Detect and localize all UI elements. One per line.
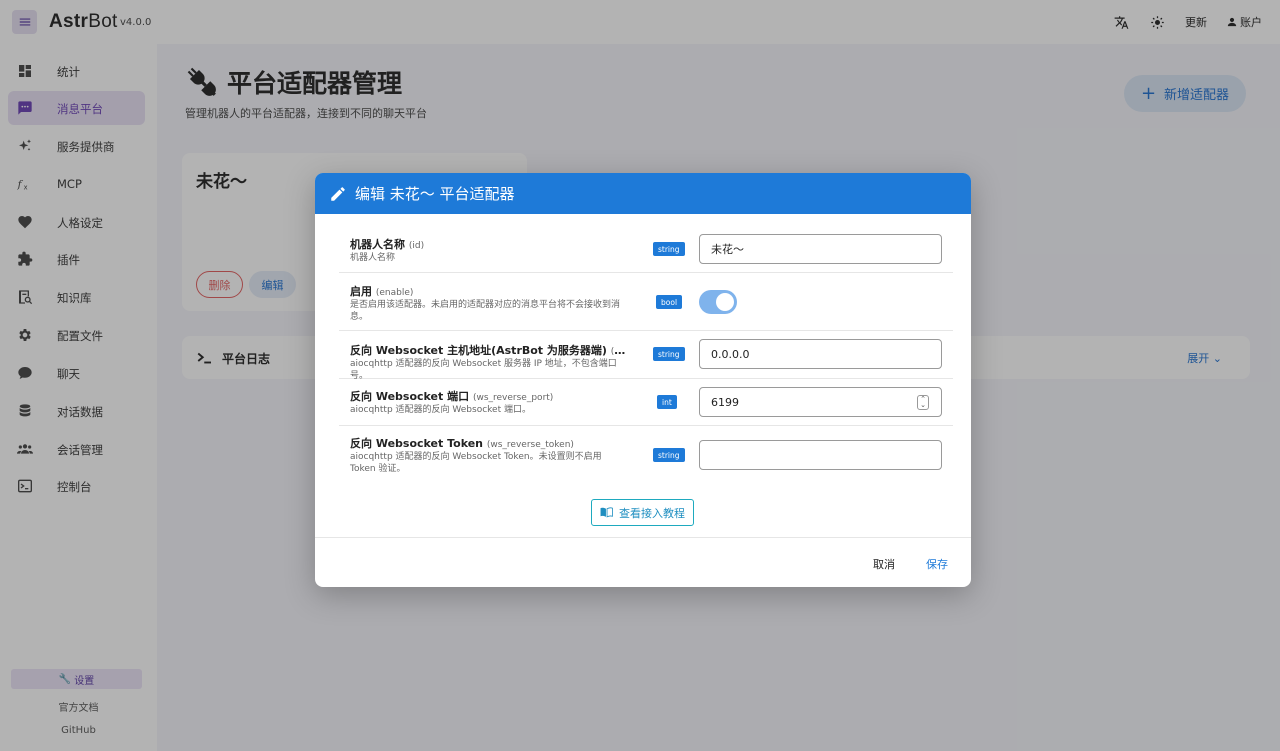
dialog-header: 编辑 未花～ 平台适配器 [315, 173, 971, 214]
number-stepper-icon[interactable]: ⌃ ⌄ [917, 395, 929, 410]
dialog-title: 编辑 未花～ 平台适配器 [355, 185, 515, 203]
field-row-enable: 启用 (enable) 是否启用该适配器。未启用的适配器对应的消息平台将不会接收… [339, 273, 953, 331]
ws-token-input[interactable] [699, 440, 942, 470]
type-tag: string [653, 347, 685, 361]
cancel-button[interactable]: 取消 [873, 556, 895, 572]
type-tag: bool [656, 295, 683, 309]
edit-adapter-dialog: 编辑 未花～ 平台适配器 机器人名称 (id) 机器人名称 string 未花～… [315, 173, 971, 587]
field-row-ws-port: 反向 Websocket 端口 (ws_reverse_port) aiocqh… [339, 379, 953, 426]
type-tag: int [657, 395, 677, 409]
save-button[interactable]: 保存 [926, 556, 948, 572]
pencil-icon [331, 186, 345, 201]
bot-name-input[interactable]: 未花～ [699, 234, 942, 264]
ws-port-input[interactable]: 6199 ⌃ ⌄ [699, 387, 942, 417]
dialog-footer: 取消 保存 [315, 537, 971, 587]
book-open-icon [600, 507, 613, 518]
type-tag: string [653, 242, 685, 256]
field-row-id: 机器人名称 (id) 机器人名称 string 未花～ [339, 231, 953, 273]
field-row-ws-token: 反向 Websocket Token (ws_reverse_token) ai… [339, 426, 953, 478]
field-row-ws-host: 反向 Websocket 主机地址(AstrBot 为服务器端) (ws_rev… [339, 331, 953, 381]
ws-host-input[interactable]: 0.0.0.0 [699, 339, 942, 369]
enable-toggle[interactable] [699, 290, 737, 314]
type-tag: string [653, 448, 685, 462]
view-tutorial-button[interactable]: 查看接入教程 [591, 499, 694, 526]
